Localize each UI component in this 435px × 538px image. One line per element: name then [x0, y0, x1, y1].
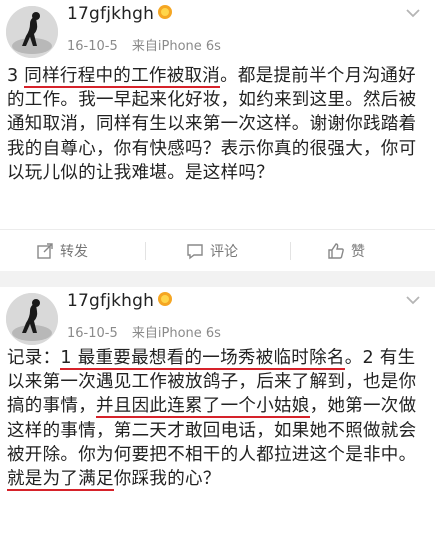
share-icon — [37, 243, 53, 259]
post-time: 16-10-5 — [67, 39, 118, 54]
post-source: 来自iPhone 6s — [131, 326, 221, 341]
like-button[interactable]: 赞 — [327, 230, 365, 272]
post-time: 16-10-5 — [67, 326, 118, 341]
action-bar: 转发 评论 赞 — [0, 229, 435, 272]
avatar[interactable] — [6, 6, 58, 58]
username-text[interactable]: 17gfjkhgh — [67, 291, 154, 311]
comment-button[interactable]: 评论 — [186, 230, 238, 272]
avatar[interactable] — [6, 293, 58, 345]
weibo-post-2: 17gfjkhgh 16-10-5 来自iPhone 6s 记录：1 最重要最想… — [0, 287, 435, 538]
share-label: 转发 — [60, 244, 88, 260]
vip-badge-icon — [158, 292, 173, 306]
post-meta: 16-10-5 来自iPhone 6s — [67, 322, 221, 341]
divider — [145, 242, 146, 260]
underlined-text: 同样行程中的工作被取消 — [24, 66, 221, 88]
text-segment: 记录： — [7, 348, 61, 368]
post-meta: 16-10-5 来自iPhone 6s — [67, 35, 221, 54]
like-label: 赞 — [351, 244, 365, 260]
underlined-text: 就是为了满足 — [7, 469, 114, 492]
avatar-image — [6, 6, 58, 58]
comment-icon — [187, 244, 203, 260]
post-source: 来自iPhone 6s — [131, 39, 221, 54]
username[interactable]: 17gfjkhgh — [67, 291, 173, 311]
post-text: 记录：1 最重要最想看的一场秀被临时除名。2 有生以来第一次遇见工作被放鸽子，后… — [7, 346, 427, 492]
vip-badge-icon — [158, 5, 173, 19]
chevron-down-icon[interactable] — [403, 6, 423, 20]
weibo-post-1: 17gfjkhgh 16-10-5 来自iPhone 6s 3 同样行程中的工作… — [0, 0, 435, 271]
comment-label: 评论 — [210, 244, 238, 260]
share-button[interactable]: 转发 — [36, 230, 88, 272]
underlined-text: 并且因此连累了一个小姑娘 — [96, 396, 310, 419]
text-segment: 3 — [7, 66, 25, 86]
divider — [290, 242, 291, 260]
username[interactable]: 17gfjkhgh — [67, 4, 173, 24]
underlined-text: 1 最重要最想看的一场秀被临时除名 — [60, 348, 345, 370]
avatar-image — [6, 293, 58, 345]
thumbs-up-icon — [328, 243, 344, 259]
post-text: 3 同样行程中的工作被取消。都是提前半个月沟通好的工作。我一早起来化好妆，如约来… — [7, 64, 427, 185]
username-text[interactable]: 17gfjkhgh — [67, 4, 154, 24]
text-segment: 你踩我的心？ — [113, 469, 221, 490]
chevron-down-icon[interactable] — [403, 293, 423, 307]
